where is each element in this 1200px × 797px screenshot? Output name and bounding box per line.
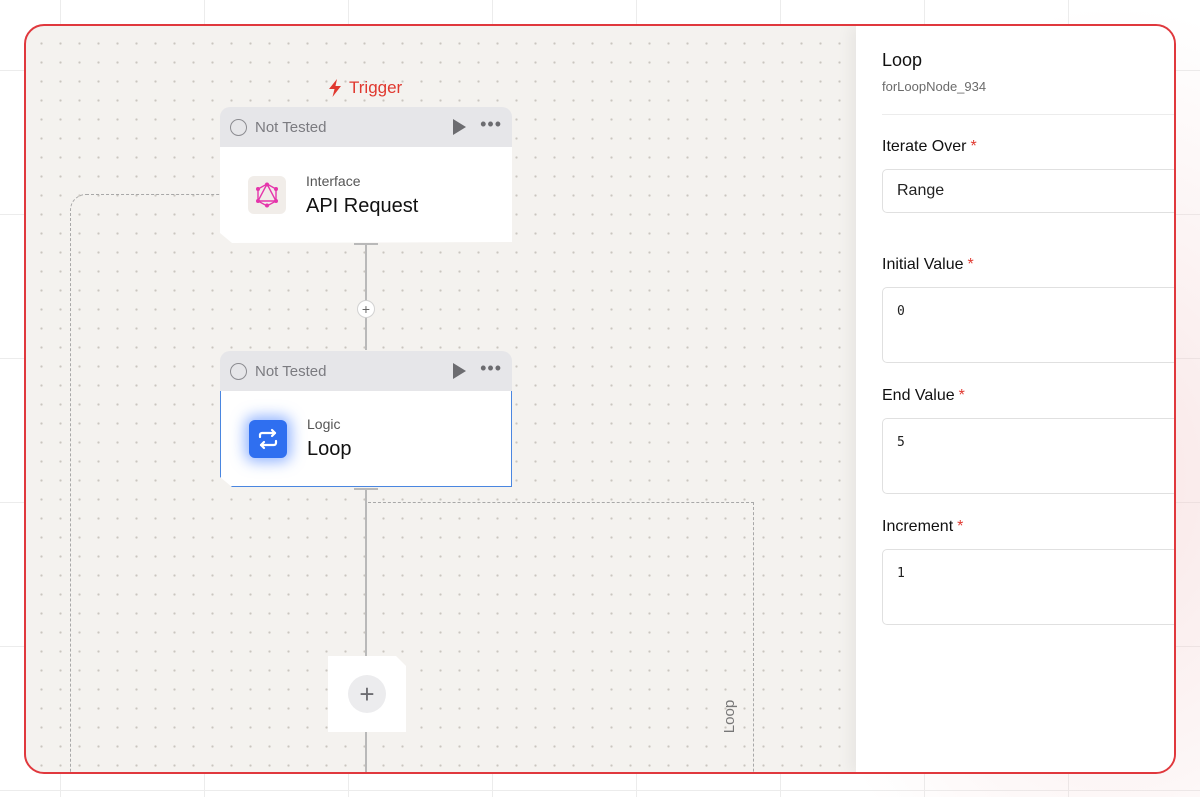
node-header: Not Tested ••• [220,107,512,147]
loop-branch-outline [368,502,754,772]
insert-step-button[interactable]: + [357,300,375,318]
iterate-over-select[interactable]: Range [882,169,1174,213]
divider [882,114,1174,115]
loop-branch-label: Loop [721,699,739,733]
node-body[interactable]: Interface API Request [220,147,512,243]
play-icon[interactable] [453,119,467,135]
add-loop-step-box[interactable]: + [328,656,406,732]
initial-value-label: Initial Value * [882,256,974,273]
plus-icon: + [359,679,375,709]
connector-line [365,732,367,772]
node-config-panel: Loop forLoopNode_934 Iterate Over * Range… [856,26,1174,772]
initial-value-field[interactable]: 0 [882,287,1174,363]
node-body[interactable]: Logic Loop [220,391,512,487]
connector-line [365,244,367,350]
outer-branch-outline [70,194,230,772]
loop-icon [249,420,287,458]
status-circle-icon [230,362,247,380]
node-kind: Interface [306,172,361,189]
lightning-icon [329,79,341,97]
panel-title: Loop [882,50,923,70]
increment-field[interactable]: 1 [882,549,1174,625]
node-kind: Logic [307,416,341,432]
iterate-over-label: Iterate Over * [882,138,977,155]
node-status: Not Tested [255,118,327,136]
end-value-field[interactable]: 5 [882,418,1174,494]
node-status: Not Tested [255,362,327,380]
workflow-canvas[interactable]: Loop + Trigger Not Tested ••• Interface … [26,26,856,772]
status-circle-icon [230,118,247,136]
node-title: Loop [307,438,352,460]
end-value-label: End Value * [882,387,965,404]
more-icon[interactable]: ••• [480,115,502,139]
node-loop[interactable]: Not Tested ••• Logic Loop [220,351,512,487]
node-header: Not Tested ••• [220,351,512,391]
add-step-button[interactable]: + [348,675,386,713]
graphql-icon [248,176,286,214]
workflow-editor-frame: Loop + Trigger Not Tested ••• Interface … [24,24,1176,774]
play-icon[interactable] [453,363,467,379]
more-icon[interactable]: ••• [480,359,502,383]
trigger-label: Trigger [326,78,402,98]
node-title: API Request [306,194,419,217]
node-api-request[interactable]: Not Tested ••• Interface API Request [220,107,512,243]
connector-line [365,489,367,656]
node-id: forLoopNode_934 [882,79,987,94]
increment-label: Increment * [882,518,964,535]
